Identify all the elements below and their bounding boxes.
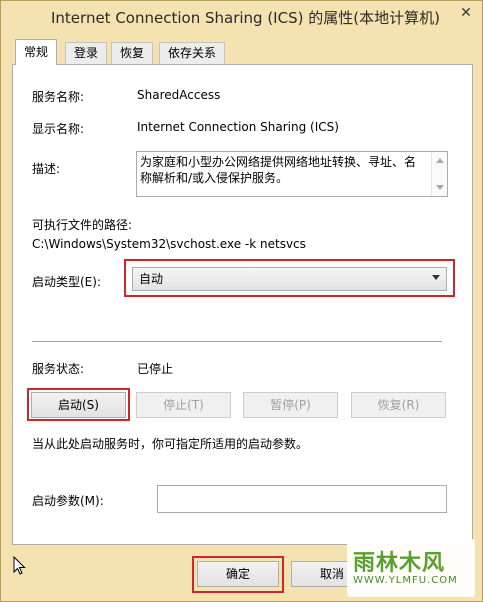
resume-button[interactable]: 恢复(R) xyxy=(351,392,446,418)
scroll-down-icon[interactable] xyxy=(436,185,444,190)
display-name-value: Internet Connection Sharing (ICS) xyxy=(137,120,339,134)
exe-path-value: C:\Windows\System32\svchost.exe -k netsv… xyxy=(32,237,306,251)
tab-general[interactable]: 常规 xyxy=(15,39,58,65)
start-button-highlight xyxy=(27,388,130,421)
window-title: Internet Connection Sharing (ICS) 的属性(本地… xyxy=(51,9,440,27)
tab-recovery[interactable]: 恢复 xyxy=(111,42,154,64)
start-params-label: 启动参数(M): xyxy=(32,494,104,508)
stop-button[interactable]: 停止(T) xyxy=(136,392,231,418)
scroll-up-icon[interactable] xyxy=(436,158,444,163)
display-name-label: 显示名称: xyxy=(32,122,85,136)
watermark-logo: 雨林木风 WWW.YLMFU.COM xyxy=(347,539,475,597)
description-label: 描述: xyxy=(32,162,61,176)
start-hint-text: 当从此处启动服务时，你可指定所适用的启动参数。 xyxy=(32,437,309,451)
service-name-value: SharedAccess xyxy=(137,88,221,102)
tab-dependencies[interactable]: 依存关系 xyxy=(159,42,226,64)
description-scrollbar[interactable] xyxy=(431,152,447,196)
start-params-input[interactable] xyxy=(157,485,447,513)
divider xyxy=(32,341,442,342)
exe-path-label: 可执行文件的路径: xyxy=(32,218,133,232)
ok-button-highlight xyxy=(192,556,284,593)
pause-button[interactable]: 暂停(P) xyxy=(243,392,338,418)
service-name-label: 服务名称: xyxy=(32,90,85,104)
service-status-label: 服务状态: xyxy=(32,362,85,376)
mouse-cursor-icon xyxy=(13,556,26,575)
close-icon[interactable]: ✕ xyxy=(450,2,482,24)
properties-window: Internet Connection Sharing (ICS) 的属性(本地… xyxy=(0,0,483,602)
service-status-value: 已停止 xyxy=(137,362,174,376)
startup-type-highlight xyxy=(124,259,455,297)
watermark-url: WWW.YLMFU.COM xyxy=(353,575,458,586)
tab-logon[interactable]: 登录 xyxy=(65,42,108,64)
startup-type-label: 启动类型(E): xyxy=(32,275,101,289)
watermark-text: 雨林木风 xyxy=(353,551,446,576)
description-textbox[interactable]: 为家庭和小型办公网络提供网络地址转换、寻址、名称解析和/或入侵保护服务。 xyxy=(136,151,448,197)
